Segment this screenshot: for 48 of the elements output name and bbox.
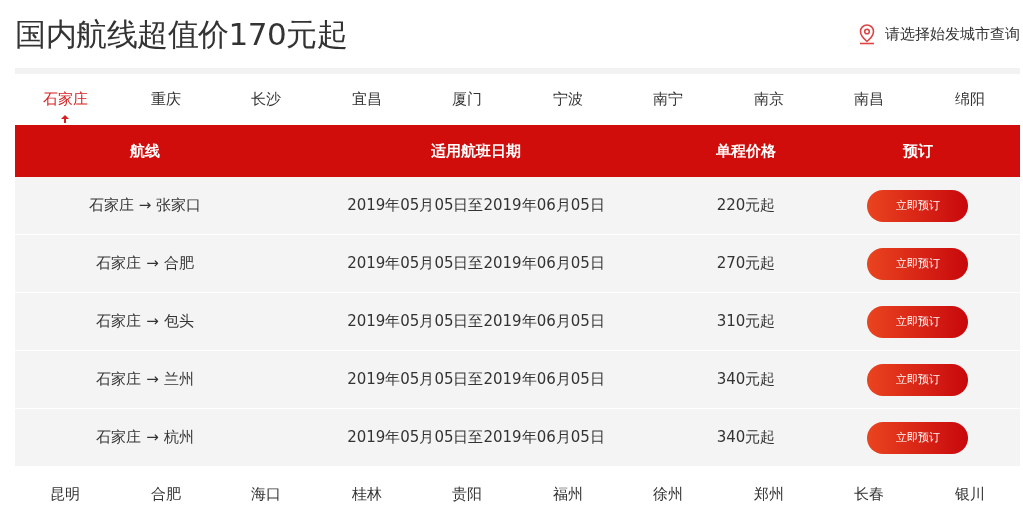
date-cell: 2019年05月05日至2019年06月05日 <box>347 428 605 447</box>
city-tab[interactable]: 重庆 <box>150 90 181 109</box>
book-button[interactable]: 立即预订 <box>867 247 968 280</box>
page-title: 国内航线超值价170元起 <box>15 15 348 54</box>
column-header: 适用航班日期 <box>431 141 521 161</box>
city-tab[interactable]: 石家庄 <box>42 90 88 109</box>
price-cell: 270元起 <box>716 254 776 273</box>
city-tab[interactable]: 桂林 <box>351 485 382 504</box>
city-tab[interactable]: 宁波 <box>552 90 583 109</box>
city-tab[interactable]: 南宁 <box>653 90 684 109</box>
date-cell: 2019年05月05日至2019年06月05日 <box>347 196 605 215</box>
city-tab[interactable]: 郑州 <box>753 485 784 504</box>
date-cell: 2019年05月05日至2019年06月05日 <box>347 254 605 273</box>
route-cell: 石家庄 → 张家口 <box>88 196 202 215</box>
column-header: 单程价格 <box>716 141 776 161</box>
city-tab[interactable]: 合肥 <box>150 485 181 504</box>
city-tab[interactable]: 绵阳 <box>954 90 985 109</box>
route-cell: 石家庄 → 兰州 <box>96 370 194 389</box>
city-tab[interactable]: 昆明 <box>50 485 81 504</box>
date-cell: 2019年05月05日至2019年06月05日 <box>347 370 605 389</box>
book-button[interactable]: 立即预订 <box>867 421 968 454</box>
city-tab[interactable]: 徐州 <box>653 485 684 504</box>
city-tab[interactable]: 南昌 <box>854 90 885 109</box>
city-tab[interactable]: 海口 <box>251 485 282 504</box>
book-button[interactable]: 立即预订 <box>867 189 968 222</box>
location-pin-icon[interactable] <box>857 23 877 45</box>
price-cell: 340元起 <box>716 370 776 389</box>
route-cell: 石家庄 → 合肥 <box>96 254 194 273</box>
city-picker-link[interactable]: 请选择始发城市查询 <box>885 24 1020 44</box>
city-tab[interactable]: 福州 <box>552 485 583 504</box>
column-header: 航线 <box>130 141 160 161</box>
city-tab[interactable]: 长沙 <box>251 90 282 109</box>
city-tab[interactable]: 南京 <box>753 90 784 109</box>
city-tab[interactable]: 长春 <box>854 485 885 504</box>
city-tab[interactable]: 宜昌 <box>351 90 382 109</box>
city-tab[interactable]: 贵阳 <box>452 485 483 504</box>
city-tab[interactable]: 厦门 <box>452 90 483 109</box>
date-cell: 2019年05月05日至2019年06月05日 <box>347 312 605 331</box>
price-cell: 220元起 <box>716 196 776 215</box>
column-header: 预订 <box>902 141 933 161</box>
price-cell: 310元起 <box>716 312 776 331</box>
book-button[interactable]: 立即预订 <box>867 363 968 396</box>
route-cell: 石家庄 → 包头 <box>96 312 194 331</box>
city-tab[interactable]: 银川 <box>954 485 985 504</box>
route-cell: 石家庄 → 杭州 <box>96 428 194 447</box>
book-button[interactable]: 立即预订 <box>867 305 968 338</box>
price-cell: 340元起 <box>716 428 776 447</box>
up-arrow-icon <box>60 115 71 123</box>
